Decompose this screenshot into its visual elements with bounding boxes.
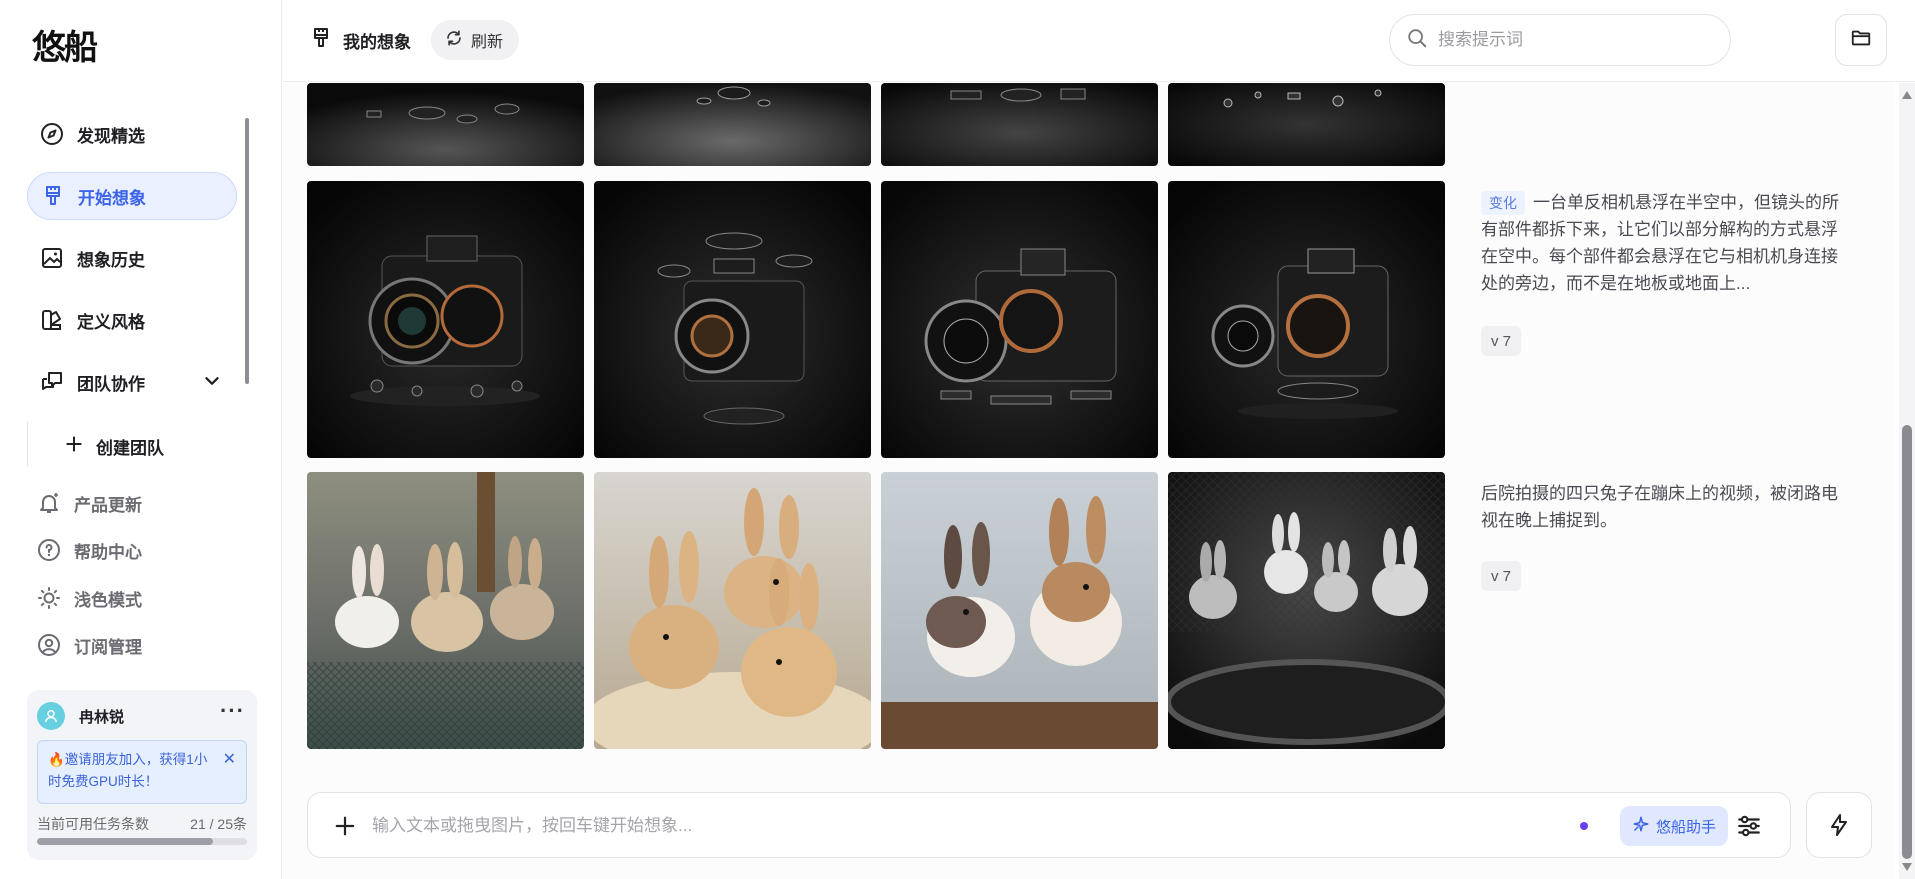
more-icon[interactable]: ··· [220, 698, 245, 724]
generated-image[interactable] [594, 181, 871, 458]
prompt-text: 变化 一台单反相机悬浮在半空中，但镜头的所有部件都拆下来，让它们以部分解构的方式悬… [1481, 189, 1841, 297]
search-input[interactable] [1438, 30, 1698, 50]
lightning-icon [1831, 814, 1847, 836]
prompt-body: 一台单反相机悬浮在半空中，但镜头的所有部件都拆下来，让它们以部分解构的方式悬浮在… [1481, 193, 1839, 293]
folder-button[interactable] [1835, 14, 1887, 66]
folder-icon [1850, 27, 1872, 54]
user-icon [45, 710, 57, 723]
refresh-button[interactable]: 刷新 [431, 20, 520, 60]
chevron-down-icon[interactable] [201, 370, 223, 397]
team-icon [39, 369, 65, 395]
status-dot [1580, 822, 1588, 830]
sidebar-scrollbar[interactable] [245, 118, 249, 384]
feed-scrollbar[interactable] [1899, 83, 1915, 879]
sidebar-item-label: 帮助中心 [74, 542, 142, 562]
generated-image[interactable] [881, 181, 1158, 458]
settings-button[interactable] [1732, 809, 1766, 843]
sidebar-item-team[interactable]: 团队协作 [27, 358, 237, 406]
sidebar-item-label: 订阅管理 [74, 637, 142, 657]
bell-icon [36, 490, 62, 516]
sidebar-item-label: 开始想象 [78, 188, 146, 208]
app-logo[interactable]: 悠船 [32, 20, 98, 69]
plus-icon [64, 434, 84, 459]
prompt-input[interactable] [372, 809, 1472, 843]
subnav-guide-line [27, 422, 28, 466]
assistant-label: 悠船助手 [1656, 818, 1717, 836]
quota-count: 21 / 25条 [190, 816, 247, 832]
sidebar-item-label: 浅色模式 [74, 590, 142, 610]
generated-image[interactable] [1168, 472, 1445, 749]
sidebar-item-subscription[interactable]: 订阅管理 [36, 628, 142, 662]
user-circle-icon [36, 632, 62, 658]
quota-label: 当前可用任务条数 [37, 816, 149, 832]
add-image-button[interactable] [330, 811, 360, 841]
version-badge: v 7 [1481, 561, 1522, 591]
sliders-icon [1738, 815, 1760, 837]
invite-text: 🔥邀请朋友加入，获得1小时免费GPU时长！ [48, 752, 208, 789]
search-icon [1406, 27, 1428, 54]
scroll-up-arrow[interactable] [1902, 91, 1912, 99]
scroll-down-arrow[interactable] [1902, 863, 1912, 871]
sidebar-item-label: 创建团队 [96, 438, 164, 458]
sidebar-item-style[interactable]: 定义风格 [27, 296, 237, 344]
generated-image[interactable] [594, 83, 871, 166]
refresh-label: 刷新 [471, 34, 504, 51]
sun-icon [36, 585, 62, 611]
sidebar-item-label: 产品更新 [74, 495, 142, 515]
imagine-feed: 变化 一台单反相机悬浮在半空中，但镜头的所有部件都拆下来，让它们以部分解构的方式悬… [283, 83, 1893, 879]
invite-banner[interactable]: 🔥邀请朋友加入，获得1小时免费GPU时长！ ✕ [37, 740, 247, 804]
sidebar-item-create-team[interactable]: 创建团队 [64, 428, 164, 464]
prompt-body: 后院拍摄的四只兔子在蹦床上的视频，被闭路电视在晚上捕捉到。 [1481, 484, 1838, 530]
quota-progress-fill [37, 838, 214, 845]
sidebar-item-discover[interactable]: 发现精选 [27, 110, 237, 158]
sidebar: 悠船 发现精选 开始想象 想象历史 定义风格 团队协作 创建团队 产品更新 帮助… [0, 0, 282, 879]
sidebar-item-help[interactable]: 帮助中心 [36, 533, 142, 567]
sidebar-item-theme[interactable]: 浅色模式 [36, 581, 142, 615]
sparkle-icon [1632, 815, 1650, 837]
avatar[interactable] [37, 702, 65, 730]
sidebar-item-updates[interactable]: 产品更新 [36, 486, 142, 520]
sidebar-item-label: 发现精选 [77, 126, 145, 146]
prompt-bar: 悠船助手 [307, 792, 1791, 858]
user-card: 冉林锐 ··· 🔥邀请朋友加入，获得1小时免费GPU时长！ ✕ 当前可用任务条数… [27, 690, 257, 860]
page-title-text: 我的想象 [343, 32, 411, 52]
style-icon [39, 307, 65, 333]
refresh-icon [445, 29, 463, 52]
quota-progress-bar [37, 838, 247, 845]
user-name: 冉林锐 [79, 709, 125, 726]
generated-image[interactable] [594, 472, 871, 749]
sidebar-item-imagine[interactable]: 开始想象 [27, 172, 237, 220]
help-icon [36, 537, 62, 563]
generated-image[interactable] [1168, 83, 1445, 166]
close-icon[interactable]: ✕ [223, 749, 236, 771]
sidebar-item-label: 想象历史 [77, 250, 145, 270]
variation-tag[interactable]: 变化 [1481, 191, 1525, 215]
plus-icon [335, 816, 355, 836]
prompt-text: 后院拍摄的四只兔子在蹦床上的视频，被闭路电视在晚上捕捉到。 [1481, 480, 1841, 534]
sidebar-item-history[interactable]: 想象历史 [27, 234, 237, 282]
generated-image[interactable] [881, 472, 1158, 749]
search-box [1389, 14, 1731, 66]
page-title: 我的想象 [309, 24, 411, 56]
fast-mode-button[interactable] [1806, 792, 1872, 858]
assistant-button[interactable]: 悠船助手 [1620, 806, 1729, 846]
sidebar-item-label: 团队协作 [77, 374, 145, 394]
generated-image[interactable] [307, 181, 584, 458]
image-icon [39, 245, 65, 271]
generated-image[interactable] [1168, 181, 1445, 458]
brush-icon [40, 183, 66, 209]
generated-image[interactable] [881, 83, 1158, 166]
scroll-thumb[interactable] [1902, 425, 1912, 859]
generated-image[interactable] [307, 472, 584, 749]
sidebar-item-label: 定义风格 [77, 312, 145, 332]
version-badge: v 7 [1481, 326, 1522, 356]
compass-icon [39, 121, 65, 147]
brush-icon [309, 26, 333, 55]
top-header: 我的想象 刷新 [283, 0, 1915, 82]
generated-image[interactable] [307, 83, 584, 166]
